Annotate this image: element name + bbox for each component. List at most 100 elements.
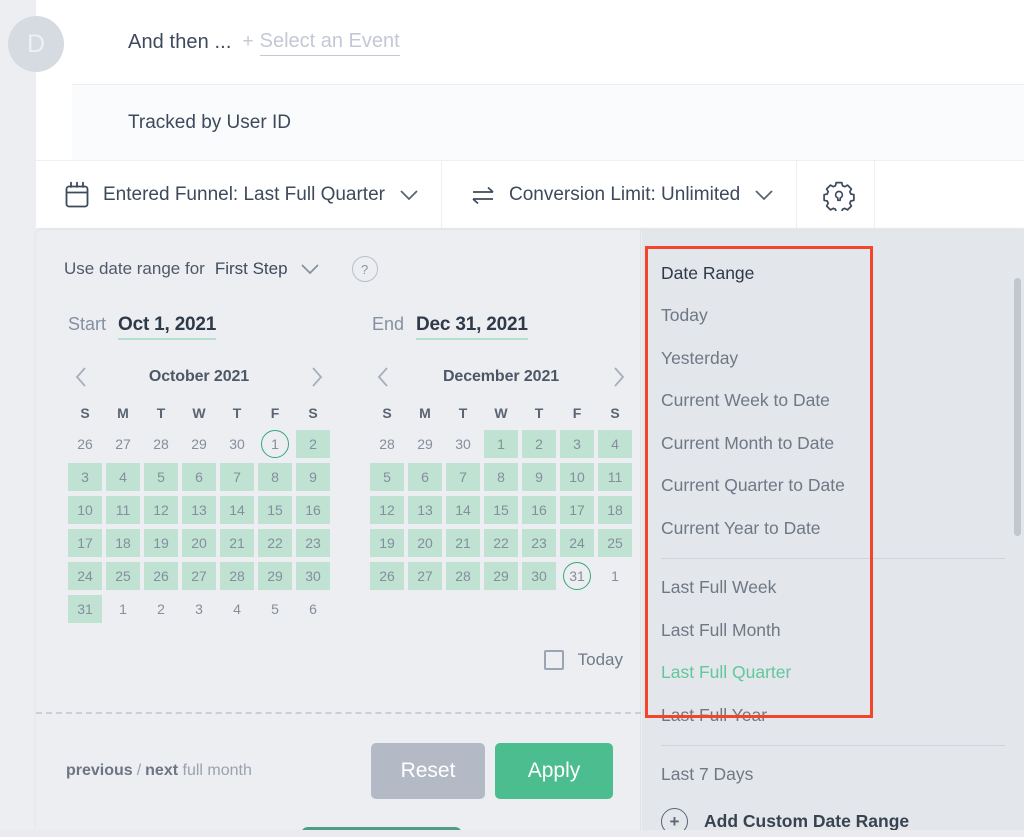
calendar-day-cell[interactable]: 22	[258, 529, 292, 557]
calendar-day-cell[interactable]: 8	[484, 463, 518, 491]
today-checkbox-row[interactable]: Today	[36, 650, 641, 670]
calendar-day-cell[interactable]: 11	[106, 496, 140, 524]
calendar-day-cell[interactable]: 23	[522, 529, 556, 557]
calendar-day-cell[interactable]: 9	[522, 463, 556, 491]
start-date-field[interactable]: Start Oct 1, 2021	[68, 314, 216, 340]
calendar-day-cell[interactable]: 25	[598, 529, 632, 557]
calendar-day-cell[interactable]: 24	[68, 562, 102, 590]
calendar-day-cell[interactable]: 3	[182, 595, 216, 623]
range-preset-item[interactable]: Today	[642, 295, 1024, 338]
entered-funnel-chip[interactable]: Entered Funnel: Last Full Quarter	[36, 161, 442, 228]
calendar-day-cell[interactable]: 17	[68, 529, 102, 557]
range-preset-item[interactable]: Yesterday	[642, 337, 1024, 380]
calendar-day-cell[interactable]: 2	[522, 430, 556, 458]
calendar-day-cell[interactable]: 6	[408, 463, 442, 491]
help-icon[interactable]: ?	[351, 256, 378, 282]
calendar-day-cell[interactable]: 18	[106, 529, 140, 557]
calendar-day-cell[interactable]: 7	[446, 463, 480, 491]
range-preset-item[interactable]: Current Quarter to Date	[642, 465, 1024, 508]
calendar-day-cell[interactable]: 28	[144, 430, 178, 458]
calendar-day-cell[interactable]: 10	[560, 463, 594, 491]
reset-button[interactable]: Reset	[371, 743, 485, 799]
calendar-day-cell[interactable]: 16	[522, 496, 556, 524]
calendar-day-cell[interactable]: 31	[560, 562, 594, 590]
calendar-day-cell[interactable]: 1	[258, 430, 292, 458]
calendar-day-cell[interactable]: 7	[220, 463, 254, 491]
calendar-day-cell[interactable]: 16	[296, 496, 330, 524]
chevron-left-icon[interactable]	[377, 366, 391, 388]
previous-link[interactable]: previous	[66, 762, 133, 779]
conversion-limit-chip[interactable]: Conversion Limit: Unlimited	[442, 161, 798, 228]
calendar-day-cell[interactable]: 30	[446, 430, 480, 458]
calendar-day-cell[interactable]: 13	[408, 496, 442, 524]
calendar-day-cell[interactable]: 29	[182, 430, 216, 458]
calendar-day-cell[interactable]: 30	[220, 430, 254, 458]
calendar-day-cell[interactable]: 21	[446, 529, 480, 557]
calendar-day-cell[interactable]: 12	[370, 496, 404, 524]
calendar-day-cell[interactable]: 5	[258, 595, 292, 623]
calendar-day-cell[interactable]: 8	[258, 463, 292, 491]
calendar-day-cell[interactable]: 3	[560, 430, 594, 458]
calendar-day-cell[interactable]: 4	[598, 430, 632, 458]
calendar-day-cell[interactable]: 26	[68, 430, 102, 458]
calendar-day-cell[interactable]: 14	[220, 496, 254, 524]
calendar-day-cell[interactable]: 1	[598, 562, 632, 590]
calendar-day-cell[interactable]: 24	[560, 529, 594, 557]
calendar-day-cell[interactable]: 5	[144, 463, 178, 491]
scrollbar-thumb[interactable]	[1014, 278, 1021, 536]
today-checkbox[interactable]	[543, 650, 564, 670]
calendar-day-cell[interactable]: 2	[144, 595, 178, 623]
calendar-day-cell[interactable]: 4	[220, 595, 254, 623]
chevron-down-icon[interactable]	[300, 263, 320, 275]
range-preset-item[interactable]: Last Full Year	[642, 694, 1024, 737]
calendar-day-cell[interactable]: 29	[408, 430, 442, 458]
popover-scrollbar[interactable]	[1012, 230, 1024, 830]
calendar-day-cell[interactable]: 11	[598, 463, 632, 491]
range-preset-item[interactable]: Last Full Week	[642, 567, 1024, 610]
calendar-day-cell[interactable]: 26	[370, 562, 404, 590]
add-custom-date-range-button[interactable]: + Add Custom Date Range	[642, 796, 1024, 830]
calendar-day-cell[interactable]: 1	[484, 430, 518, 458]
chevron-right-icon[interactable]	[309, 366, 323, 388]
calendar-day-cell[interactable]: 19	[144, 529, 178, 557]
calendar-day-cell[interactable]: 29	[484, 562, 518, 590]
calendar-day-cell[interactable]: 27	[408, 562, 442, 590]
calendar-day-cell[interactable]: 5	[370, 463, 404, 491]
select-an-event-link[interactable]: + Select an Event	[243, 30, 400, 56]
calendar-day-cell[interactable]: 12	[144, 496, 178, 524]
calendar-day-cell[interactable]: 28	[446, 562, 480, 590]
calendar-day-cell[interactable]: 21	[220, 529, 254, 557]
range-preset-item[interactable]: Current Month to Date	[642, 422, 1024, 465]
range-preset-item[interactable]: Current Week to Date	[642, 380, 1024, 423]
settings-chip[interactable]	[797, 161, 876, 228]
calendar-day-cell[interactable]: 4	[106, 463, 140, 491]
chevron-right-icon[interactable]	[611, 366, 625, 388]
calendar-day-cell[interactable]: 3	[68, 463, 102, 491]
calendar-day-cell[interactable]: 23	[296, 529, 330, 557]
calendar-day-cell[interactable]: 6	[296, 595, 330, 623]
calendar-day-cell[interactable]: 28	[370, 430, 404, 458]
calendar-day-cell[interactable]: 26	[144, 562, 178, 590]
calendar-day-cell[interactable]: 6	[182, 463, 216, 491]
range-preset-item[interactable]: Last Full Month	[642, 609, 1024, 652]
range-preset-item[interactable]: Last 7 Days	[642, 754, 1024, 797]
end-date-field[interactable]: End Dec 31, 2021	[372, 314, 528, 340]
calendar-day-cell[interactable]: 30	[522, 562, 556, 590]
calendar-day-cell[interactable]: 20	[408, 529, 442, 557]
calendar-day-cell[interactable]: 10	[68, 496, 102, 524]
calendar-day-cell[interactable]: 14	[446, 496, 480, 524]
calendar-day-cell[interactable]: 13	[182, 496, 216, 524]
calendar-day-cell[interactable]: 1	[106, 595, 140, 623]
range-preset-item[interactable]: Current Year to Date	[642, 507, 1024, 550]
calendar-day-cell[interactable]: 2	[296, 430, 330, 458]
calendar-day-cell[interactable]: 30	[296, 562, 330, 590]
calendar-day-cell[interactable]: 25	[106, 562, 140, 590]
calendar-day-cell[interactable]: 15	[484, 496, 518, 524]
calendar-day-cell[interactable]: 27	[182, 562, 216, 590]
calendar-day-cell[interactable]: 27	[106, 430, 140, 458]
calendar-day-cell[interactable]: 9	[296, 463, 330, 491]
chevron-left-icon[interactable]	[75, 366, 89, 388]
calendar-day-cell[interactable]: 31	[68, 595, 102, 623]
calendar-day-cell[interactable]: 29	[258, 562, 292, 590]
range-preset-item[interactable]: Last Full Quarter	[642, 652, 1024, 695]
